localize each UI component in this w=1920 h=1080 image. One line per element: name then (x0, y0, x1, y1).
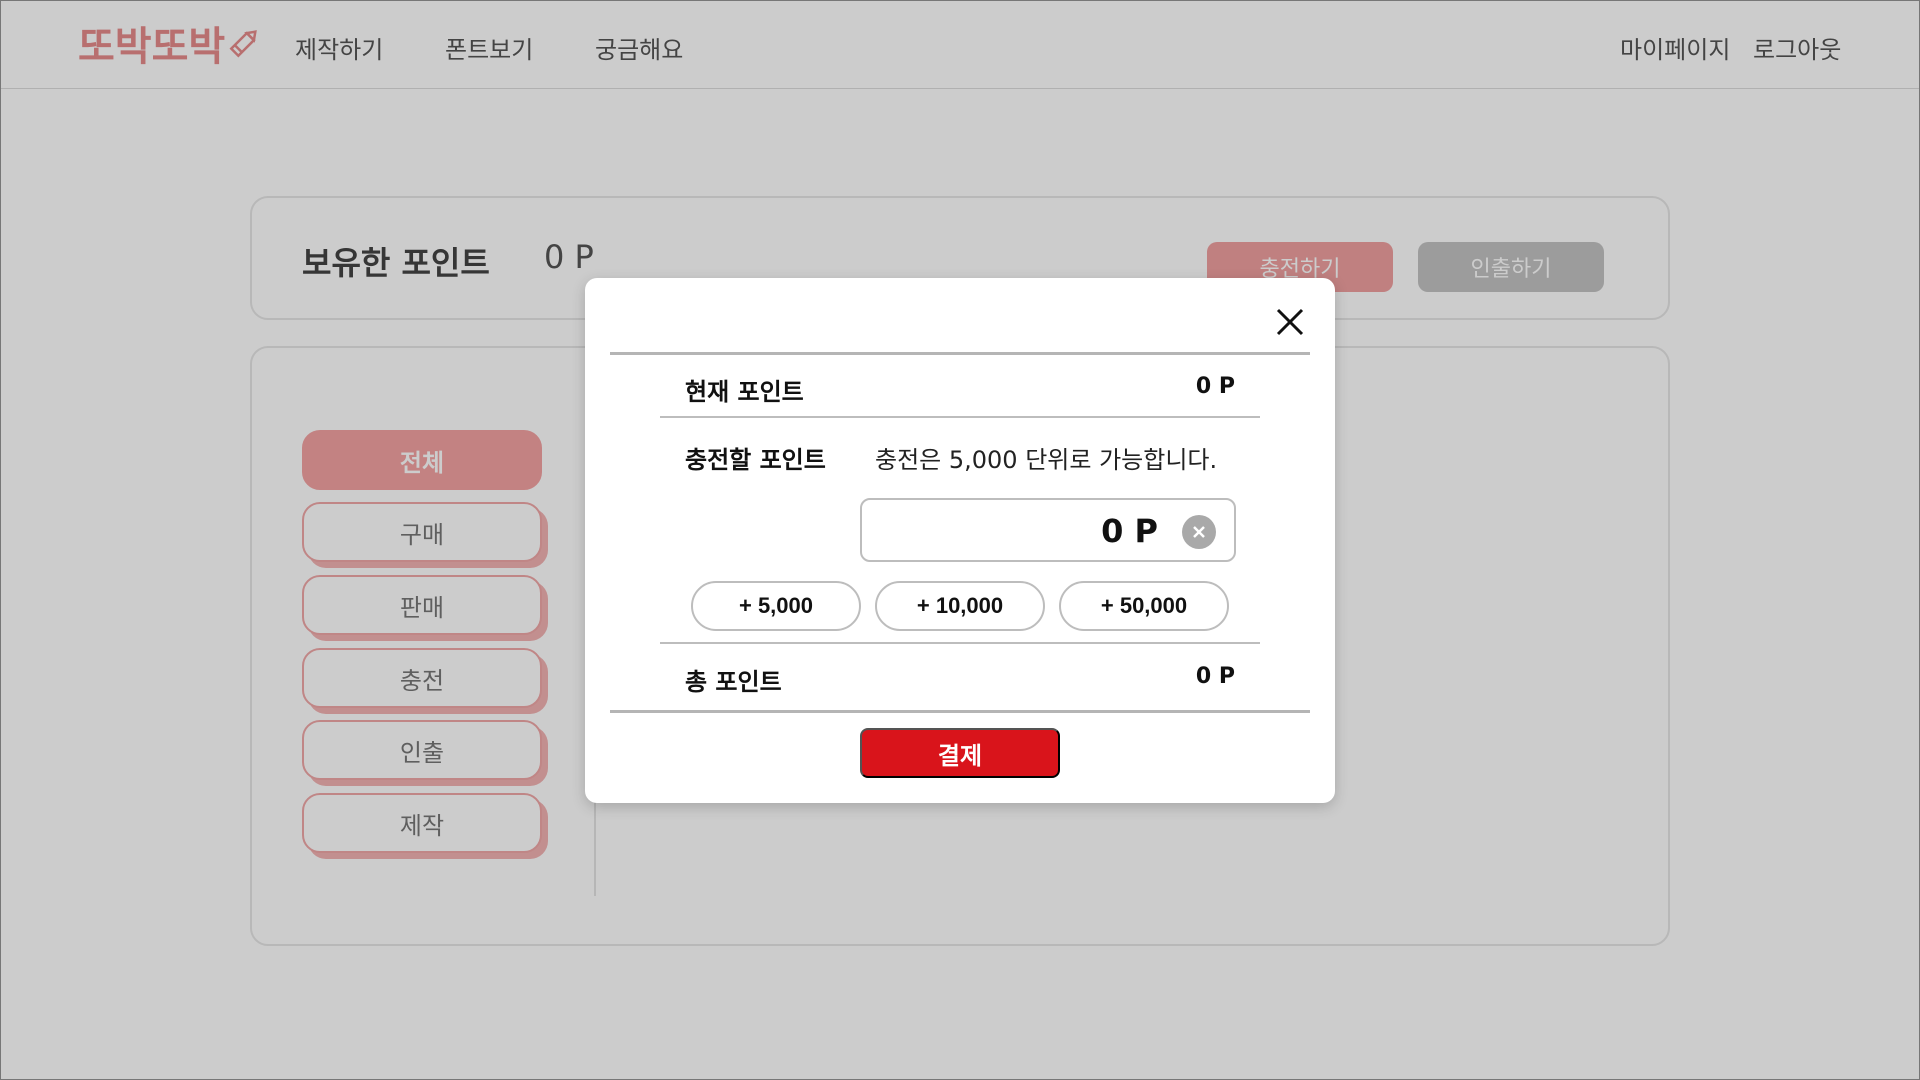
divider (610, 352, 1310, 355)
add-5000-button[interactable]: + 5,000 (691, 581, 861, 631)
clear-icon[interactable] (1182, 515, 1216, 549)
divider (660, 416, 1260, 418)
charge-modal: 현재 포인트 0 P 충전할 포인트 충전은 5,000 단위로 가능합니다. … (585, 278, 1335, 803)
pay-button[interactable]: 결제 (860, 728, 1060, 778)
current-points-value: 0 P (1195, 374, 1235, 399)
add-50000-button[interactable]: + 50,000 (1059, 581, 1229, 631)
charge-amount-input[interactable]: 0 P (860, 498, 1236, 562)
divider (610, 710, 1310, 713)
charge-points-label: 충전할 포인트 (685, 446, 826, 474)
charge-unit-hint: 충전은 5,000 단위로 가능합니다. (875, 446, 1218, 474)
charge-amount-value: 0 P (1101, 512, 1158, 550)
total-points-label: 총 포인트 (685, 668, 782, 696)
close-icon[interactable] (1273, 305, 1307, 339)
add-10000-button[interactable]: + 10,000 (875, 581, 1045, 631)
divider (660, 642, 1260, 644)
total-points-value: 0 P (1195, 664, 1235, 689)
current-points-label: 현재 포인트 (685, 378, 804, 406)
